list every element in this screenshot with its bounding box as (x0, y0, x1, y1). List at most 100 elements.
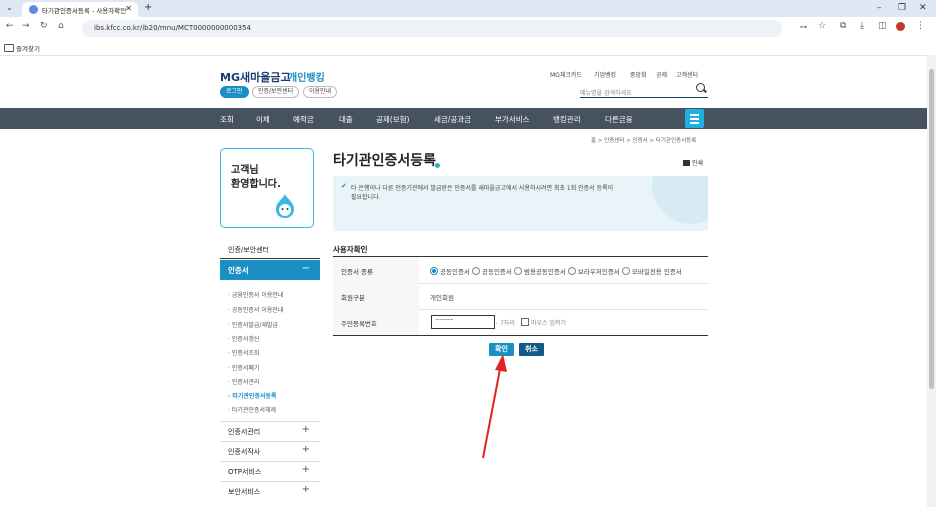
side-panel-icon[interactable]: ◫ (878, 21, 887, 31)
table-row: 인증서 종류 공동인증서 공동인증서 범용공동인증서 브라우저인증서 모바일전용… (333, 257, 708, 284)
cert-center-link[interactable]: 인증/보안센터 (252, 86, 300, 98)
search-underline (580, 97, 708, 98)
page-title: 타기관인증서등록 (333, 153, 437, 169)
new-tab-button[interactable]: + (144, 2, 152, 13)
maximize-button[interactable]: ❐ (898, 3, 906, 13)
top-link-corporate[interactable]: 기업뱅킹 (594, 70, 616, 79)
sidebar-group[interactable]: OTP서비스 + (220, 461, 320, 481)
scrollbar-thumb[interactable] (929, 69, 934, 389)
tab-list-chevron-icon[interactable]: ⌄ (6, 3, 13, 12)
digits-hint: - 7자리 (496, 320, 515, 327)
row-label: 주민등록번호 (341, 320, 377, 328)
sidebar-subitem[interactable]: · 인증서조회 (228, 348, 259, 357)
sidebar-subitem-active[interactable]: · 타기관인증서등록 (228, 391, 277, 400)
notice-box: ✔ 타 은행이나 다른 인증기관에서 발급받은 인증서를 새마을금고에서 사용하… (333, 176, 708, 231)
nav-item-tax[interactable]: 세금/공과금 (434, 114, 471, 125)
resident-number-input[interactable]: ············· (431, 315, 495, 329)
red-arrow-annotation (482, 354, 507, 459)
search-icon[interactable] (696, 83, 705, 92)
expand-icon: + (301, 484, 310, 495)
notice-text-cont: 필요합니다. (351, 194, 381, 201)
member-type-value: 개인회원 (430, 294, 454, 302)
mascot-image (276, 194, 294, 218)
radio-button[interactable] (471, 267, 480, 275)
sidebar-divider (220, 258, 320, 259)
hamburger-menu-icon[interactable] (685, 109, 704, 128)
menu-search-input[interactable]: 메뉴명을 검색하세요 (580, 88, 632, 97)
row-label: 인증서 종류 (341, 268, 373, 276)
personal-banking-title[interactable]: 개인뱅킹 (288, 69, 325, 84)
nav-item-inquiry[interactable]: 조회 (220, 114, 234, 125)
cert-type-radios: 공동인증서 공동인증서 범용공동인증서 브라우저인증서 모바일전용 인증서 (430, 266, 682, 276)
tab-close-icon[interactable]: ✕ (125, 4, 132, 13)
sidebar-subitem[interactable]: · 금융인증서 이용안내 (228, 290, 283, 299)
sidebar-subitem[interactable]: · 공동인증서 이용안내 (228, 305, 283, 314)
sidebar-subitem[interactable]: · 인증서폐기 (228, 363, 259, 372)
radio-button[interactable] (430, 267, 438, 275)
guide-link[interactable]: 이용안내 (303, 86, 338, 98)
sidebar-group[interactable]: 보안서비스 + (220, 481, 320, 501)
reload-icon[interactable]: ↻ (40, 21, 48, 31)
extensions-icon[interactable]: ⧉ (840, 21, 846, 31)
browser-tab-strip (0, 0, 936, 17)
sidebar-subitem[interactable]: · 인증서갱신 (228, 334, 259, 343)
sidebar-subitem[interactable]: · 인증서관리 (228, 377, 259, 386)
address-bar[interactable]: ibs.kfcc.co.kr/ib20/mnu/MCT0000000000354 (82, 20, 782, 37)
mg-logo[interactable]: MG새마을금고 (220, 69, 291, 85)
checkbox-label[interactable]: 마우스 입력기 (531, 320, 566, 327)
top-link-insurance[interactable]: 공제 (656, 70, 667, 79)
top-link-central[interactable]: 중앙회 (630, 70, 647, 79)
nav-item-insurance[interactable]: 공제(보험) (376, 114, 409, 125)
window-close-button[interactable]: ✕ (919, 3, 927, 13)
radio-button[interactable] (621, 267, 630, 275)
printer-icon (683, 160, 690, 166)
bookmarks-bar: 즐겨찾기 (0, 41, 936, 56)
radio-button[interactable] (567, 267, 576, 275)
nav-item-transfer[interactable]: 이체 (256, 114, 270, 125)
bookmark-star-icon[interactable]: ☆ (818, 21, 826, 31)
nav-item-banking-mgmt[interactable]: 뱅킹관리 (553, 114, 581, 125)
nav-item-extra-services[interactable]: 부가서비스 (495, 114, 530, 125)
minimize-button[interactable]: – (877, 3, 882, 13)
expand-icon: + (301, 444, 310, 455)
radio-button[interactable] (513, 267, 522, 275)
home-icon[interactable]: ⌂ (58, 21, 64, 31)
sidebar-subitem[interactable]: · 타기관인증서해제 (228, 405, 276, 414)
bookmarks-folder[interactable]: 즐겨찾기 (16, 43, 40, 53)
sidebar-subitem[interactable]: · 인증서발급/재발급 (228, 320, 278, 329)
top-link-customer-center[interactable]: 고객센터 (676, 70, 698, 79)
expand-icon: + (301, 464, 310, 475)
welcome-box: 고객님 환영합니다. (220, 148, 314, 228)
download-icon[interactable]: ⤓ (860, 21, 864, 31)
browser-menu-icon[interactable]: ⋮ (916, 21, 925, 31)
welcome-line1: 고객님 (231, 165, 259, 176)
sidebar-group-certificate[interactable]: 인증서 − (220, 260, 320, 280)
nav-item-savings[interactable]: 예적금 (293, 114, 314, 125)
browser-tab[interactable]: 타기관인증서등록 - 사용자확인 ✕ (22, 2, 138, 17)
section-title: 사용자확인 (333, 245, 368, 254)
title-dot (435, 163, 440, 168)
password-key-icon[interactable]: ⊶ (800, 23, 807, 31)
sidebar-group[interactable]: 인증서작사 + (220, 441, 320, 461)
nav-item-other-finance[interactable]: 다른금융 (605, 114, 633, 125)
forward-arrow-icon[interactable]: → (22, 21, 30, 31)
login-button[interactable]: 로그인 (220, 86, 249, 98)
table-row: 회원구분 개인회원 (333, 283, 708, 310)
back-arrow-icon[interactable]: ← (6, 21, 14, 31)
print-button[interactable]: 인쇄 (683, 158, 703, 167)
resident-number-extra: - 7자리 마우스 입력기 (496, 318, 566, 327)
top-link-check-card[interactable]: MG체크카드 (550, 70, 582, 79)
mouse-input-checkbox[interactable] (520, 318, 529, 326)
sidebar-section-title[interactable]: 인증/보안센터 (228, 245, 269, 255)
notice-decoration (652, 176, 708, 224)
expand-icon: + (301, 424, 310, 435)
site-favicon-icon (29, 5, 38, 14)
page-scrollbar[interactable] (927, 55, 936, 507)
sidebar-group-label: 인증서 (228, 266, 249, 275)
welcome-line2: 환영합니다. (231, 179, 281, 190)
sidebar-group[interactable]: 인증서관리 + (220, 421, 320, 441)
check-icon: ✔ (341, 182, 347, 190)
profile-avatar[interactable] (896, 22, 905, 31)
nav-item-loan[interactable]: 대출 (339, 114, 353, 125)
collapse-icon[interactable]: − (302, 263, 310, 274)
